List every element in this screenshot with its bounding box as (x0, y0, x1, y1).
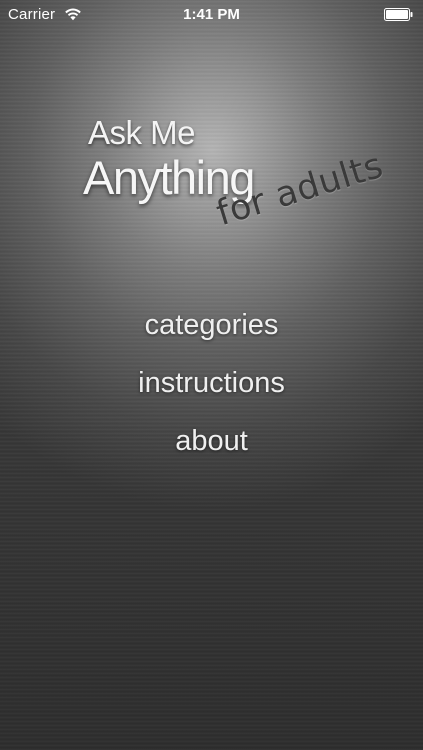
status-bar: Carrier 1:41 PM (0, 0, 423, 28)
logo-title-line1: Ask Me (88, 114, 196, 151)
menu-item-categories[interactable]: categories (0, 296, 423, 354)
battery-icon (384, 8, 413, 21)
app-screen: Carrier 1:41 PM Ask Me Anything for adul… (0, 0, 423, 750)
app-logo: Ask Me Anything for adults (0, 0, 423, 300)
menu-item-instructions[interactable]: instructions (0, 354, 423, 412)
menu-item-about[interactable]: about (0, 412, 423, 470)
status-time: 1:41 PM (183, 6, 240, 23)
main-menu: categories instructions about (0, 296, 423, 470)
